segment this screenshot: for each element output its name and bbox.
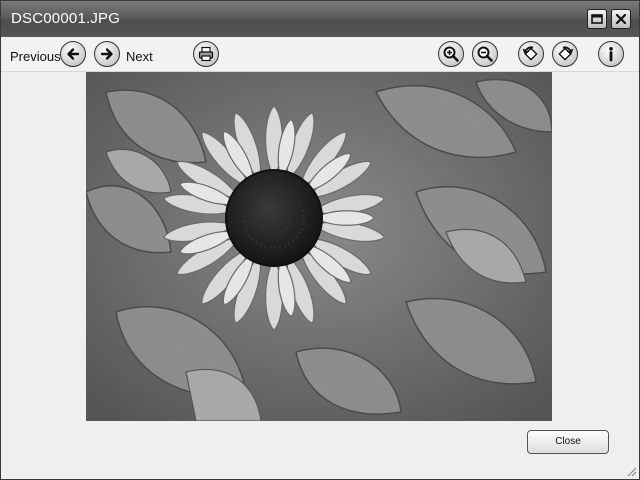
zoom-out-button[interactable] <box>472 41 498 67</box>
zoom-in-button[interactable] <box>438 41 464 67</box>
info-icon <box>609 47 613 62</box>
next-label[interactable]: Next <box>126 49 153 64</box>
close-icon <box>615 13 627 25</box>
info-button[interactable] <box>598 41 624 67</box>
rotate-right-icon <box>558 46 574 61</box>
restore-button[interactable] <box>587 9 607 29</box>
window-title: DSC00001.JPG <box>11 10 121 27</box>
rotate-left-icon <box>522 46 538 61</box>
previous-button[interactable] <box>60 41 86 67</box>
rotate-left-button[interactable] <box>518 41 544 67</box>
printer-icon <box>198 46 214 62</box>
arrow-left-icon <box>67 48 80 60</box>
zoom-in-icon <box>443 46 459 62</box>
resize-grip-icon[interactable] <box>625 465 637 477</box>
title-bar[interactable]: DSC00001.JPG <box>1 1 639 37</box>
previous-label[interactable]: Previous <box>10 49 61 64</box>
sunflower-photo <box>86 72 552 421</box>
window-close-button[interactable] <box>611 9 631 29</box>
restore-icon <box>591 14 603 24</box>
image-area: Close <box>1 72 639 457</box>
close-button[interactable]: Close <box>527 430 609 454</box>
rotate-right-button[interactable] <box>552 41 578 67</box>
image-viewer-window: DSC00001.JPG Previous Next Close <box>0 0 640 480</box>
toolbar: Previous Next <box>1 37 639 72</box>
print-button[interactable] <box>193 41 219 67</box>
next-button[interactable] <box>94 41 120 67</box>
arrow-right-icon <box>100 48 113 60</box>
zoom-out-icon <box>477 46 493 62</box>
